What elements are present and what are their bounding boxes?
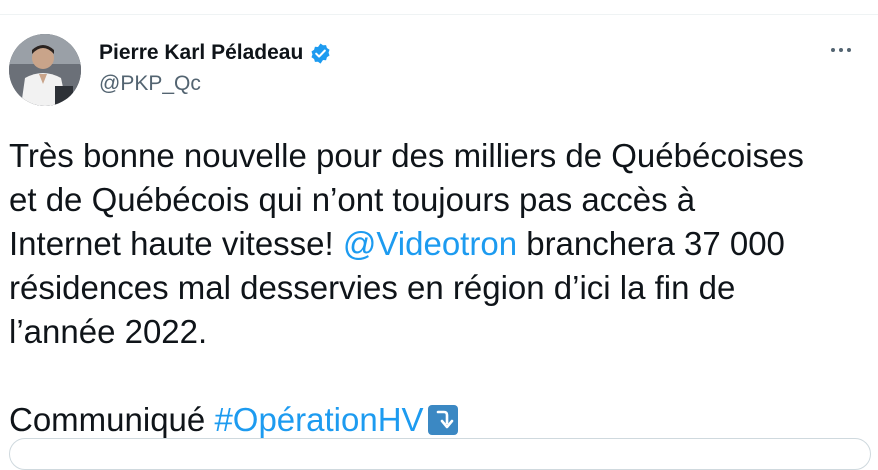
more-options-icon[interactable] xyxy=(826,40,856,60)
dot xyxy=(831,48,835,52)
top-divider xyxy=(0,14,878,15)
mention-link[interactable]: @Videotron xyxy=(343,225,517,262)
author-handle[interactable]: @PKP_Qc xyxy=(99,72,332,96)
tweet-line: l’année 2022. xyxy=(9,313,208,350)
name-row: Pierre Karl Péladeau xyxy=(99,40,332,66)
text-segment: Internet haute vitesse! xyxy=(9,225,343,262)
paragraph-break xyxy=(9,354,869,398)
tweet-line: Très bonne nouvelle pour des milliers de… xyxy=(9,137,804,174)
dot xyxy=(839,48,843,52)
author-display-name[interactable]: Pierre Karl Péladeau xyxy=(99,40,303,66)
text-segment: Communiqué xyxy=(9,401,215,438)
author-avatar[interactable] xyxy=(9,34,81,106)
tweet-line: Internet haute vitesse! @Videotron branc… xyxy=(9,222,869,266)
author-block: Pierre Karl Péladeau @PKP_Qc xyxy=(99,40,332,96)
tweet-line: résidences mal desservies en région d’ic… xyxy=(9,269,736,306)
tweet-line: Communiqué #OpérationHV xyxy=(9,398,869,442)
text-segment: branchera 37 000 xyxy=(517,225,785,262)
arrow-down-emoji-icon xyxy=(427,405,458,435)
tweet-line: et de Québécois qui n’ont toujours pas a… xyxy=(9,181,696,218)
verified-badge-icon xyxy=(309,42,332,65)
hashtag-link[interactable]: #OpérationHV xyxy=(214,401,423,438)
link-card[interactable] xyxy=(9,438,871,470)
dot xyxy=(847,48,851,52)
avatar-image xyxy=(9,34,81,106)
tweet-text: Très bonne nouvelle pour des milliers de… xyxy=(9,134,869,442)
